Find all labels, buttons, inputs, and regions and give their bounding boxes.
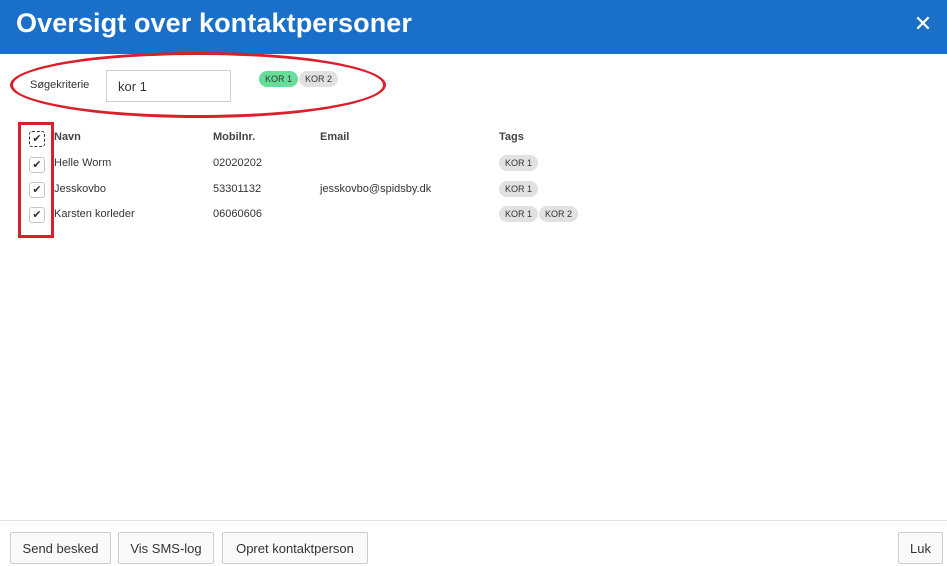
contact-email: jesskovbo@spidsby.dk bbox=[320, 183, 432, 195]
close-button[interactable]: Luk bbox=[898, 532, 943, 564]
create-contact-button[interactable]: Opret kontaktperson bbox=[222, 532, 368, 564]
close-icon[interactable]: ✕ bbox=[911, 10, 935, 38]
contact-name: Helle Worm bbox=[54, 157, 112, 169]
column-header-mobile[interactable]: Mobilnr. bbox=[213, 131, 255, 143]
column-header-email[interactable]: Email bbox=[320, 131, 349, 143]
search-label: Søgekriterie bbox=[30, 79, 90, 91]
column-header-name[interactable]: Navn bbox=[54, 131, 81, 143]
tag-chip: KOR 1 bbox=[499, 206, 539, 222]
tag-filter-kor-2[interactable]: KOR 2 bbox=[299, 71, 339, 87]
tag-filter-kor-1[interactable]: KOR 1 bbox=[259, 71, 299, 87]
row-checkbox[interactable]: ✔ bbox=[29, 207, 45, 223]
send-message-button[interactable]: Send besked bbox=[10, 532, 111, 564]
tag-filter-bar: KOR 1 KOR 2 bbox=[259, 71, 339, 87]
dialog-header: Oversigt over kontaktpersoner ✕ bbox=[0, 0, 947, 54]
contact-mobile: 02020202 bbox=[213, 157, 262, 169]
contact-mobile: 06060606 bbox=[213, 208, 262, 220]
contact-name: Jesskovbo bbox=[54, 183, 106, 195]
dialog-footer: Send besked Vis SMS-log Opret kontaktper… bbox=[0, 520, 947, 566]
row-checkbox[interactable]: ✔ bbox=[29, 157, 45, 173]
sms-log-button[interactable]: Vis SMS-log bbox=[118, 532, 214, 564]
contact-tags: KOR 1 KOR 2 bbox=[499, 206, 579, 222]
contact-tags: KOR 1 bbox=[499, 181, 539, 197]
tag-chip: KOR 1 bbox=[499, 181, 539, 197]
contact-mobile: 53301132 bbox=[213, 183, 262, 195]
tag-chip: KOR 1 bbox=[499, 155, 539, 171]
contact-tags: KOR 1 bbox=[499, 155, 539, 171]
tag-chip: KOR 2 bbox=[539, 206, 579, 222]
select-all-checkbox[interactable]: ✔ bbox=[29, 131, 45, 147]
contact-name: Karsten korleder bbox=[54, 208, 135, 220]
search-input[interactable] bbox=[106, 70, 231, 102]
column-header-tags[interactable]: Tags bbox=[499, 131, 524, 143]
dialog-title: Oversigt over kontaktpersoner bbox=[16, 8, 413, 38]
row-checkbox[interactable]: ✔ bbox=[29, 182, 45, 198]
